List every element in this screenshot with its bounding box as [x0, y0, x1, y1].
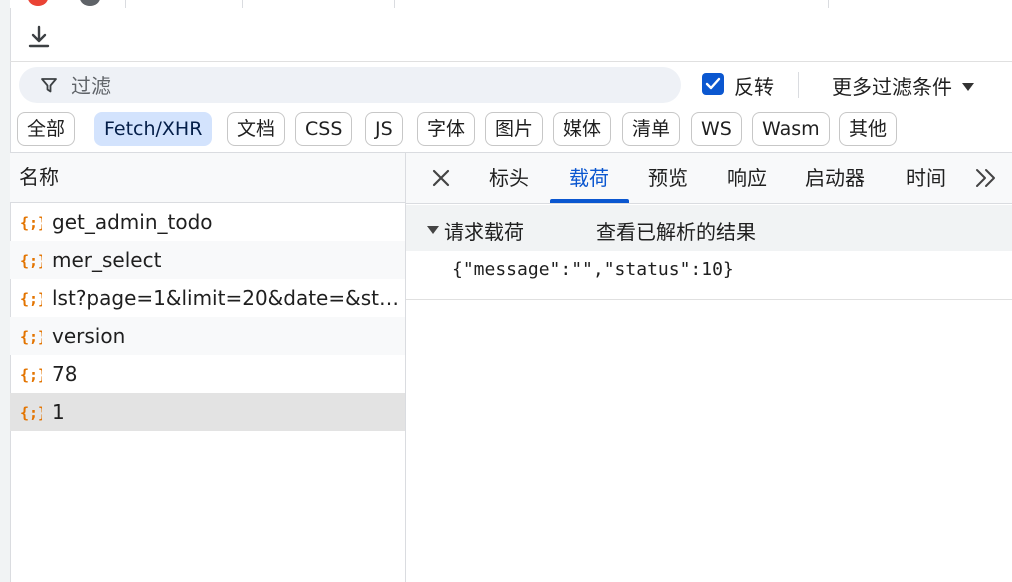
tab-response[interactable]: 响应: [727, 153, 767, 203]
download-icon[interactable]: [26, 24, 52, 52]
payload-content: {"message":"","status":10}: [452, 259, 734, 280]
tab-payload[interactable]: 载荷: [569, 153, 609, 203]
request-row[interactable]: {;} 78: [10, 355, 405, 393]
filter-bar: 反转 更多过滤条件: [10, 62, 1012, 108]
request-name: lst?page=1&limit=20&date=&sta...: [52, 286, 402, 310]
name-column-header[interactable]: 名称: [10, 153, 405, 203]
separator: [125, 0, 126, 8]
request-detail: 标头 载荷 预览 响应 启动器 时间 请求载荷 查看已解析的结果 {"messa…: [406, 153, 1012, 582]
request-list: 名称 {;} get_admin_todo {;} mer_select {;}…: [10, 153, 406, 582]
chevron-down-icon: [962, 83, 974, 91]
xhr-icon: {;}: [20, 328, 42, 346]
request-name: get_admin_todo: [52, 210, 213, 234]
tab-timing[interactable]: 时间: [906, 153, 946, 203]
type-chip-font[interactable]: 字体: [417, 112, 476, 146]
request-name: mer_select: [52, 248, 162, 272]
resource-type-filter: 全部 Fetch/XHR 文档 CSS JS 字体 图片 媒体 清单 WS Wa…: [10, 108, 1012, 153]
svg-text:{;}: {;}: [20, 214, 42, 232]
detail-tabs: 标头 载荷 预览 响应 启动器 时间: [406, 153, 1012, 204]
filter-input[interactable]: [69, 71, 573, 101]
invert-label: 反转: [734, 75, 774, 99]
svg-text:{;}: {;}: [20, 252, 42, 270]
xhr-icon: {;}: [20, 252, 42, 270]
tab-headers[interactable]: 标头: [489, 153, 529, 203]
type-chip-css[interactable]: CSS: [295, 112, 353, 146]
type-chip-all[interactable]: 全部: [17, 112, 76, 146]
svg-text:{;}: {;}: [20, 404, 42, 422]
request-row[interactable]: {;} version: [10, 317, 405, 355]
svg-text:{;}: {;}: [20, 290, 42, 308]
request-row[interactable]: {;} get_admin_todo: [10, 203, 405, 241]
record-icon[interactable]: [28, 0, 48, 6]
xhr-icon: {;}: [20, 214, 42, 232]
request-row-selected[interactable]: {;} 1: [10, 393, 405, 431]
request-name: 78: [52, 362, 78, 386]
type-chip-img[interactable]: 图片: [485, 112, 544, 146]
svg-text:{;}: {;}: [20, 328, 42, 346]
request-row[interactable]: {;} mer_select: [10, 241, 405, 279]
svg-text:{;}: {;}: [20, 366, 42, 384]
request-row[interactable]: {;} lst?page=1&limit=20&date=&sta...: [10, 279, 405, 317]
xhr-icon: {;}: [20, 366, 42, 384]
separator: [394, 0, 395, 8]
invert-checkbox[interactable]: [702, 73, 724, 95]
type-chip-doc[interactable]: 文档: [227, 112, 286, 146]
more-filters-label: 更多过滤条件: [832, 75, 952, 99]
request-name: version: [52, 324, 126, 348]
section-title: 请求载荷: [444, 220, 524, 244]
type-chip-fetch-xhr[interactable]: Fetch/XHR: [94, 112, 213, 146]
separator: [828, 0, 829, 8]
network-toolbar: [10, 8, 1012, 62]
separator: [406, 299, 1012, 300]
view-parsed-link[interactable]: 查看已解析的结果: [596, 216, 756, 245]
top-toolbar-edge: [10, 0, 1012, 8]
tab-preview[interactable]: 预览: [648, 153, 688, 203]
type-chip-media[interactable]: 媒体: [553, 112, 612, 146]
filter-box[interactable]: [19, 67, 681, 103]
expand-triangle-icon[interactable]: [427, 226, 439, 234]
type-chip-other[interactable]: 其他: [839, 112, 898, 146]
xhr-icon: {;}: [20, 290, 42, 308]
type-chip-js[interactable]: JS: [365, 112, 403, 146]
close-icon[interactable]: [430, 167, 452, 189]
more-filters-dropdown[interactable]: 更多过滤条件: [832, 71, 974, 100]
clear-icon[interactable]: [80, 0, 100, 6]
request-name: 1: [52, 400, 65, 424]
checkmark-icon: [705, 77, 721, 90]
more-tabs-icon[interactable]: [974, 167, 998, 189]
request-payload-section[interactable]: 请求载荷 查看已解析的结果: [406, 205, 1012, 251]
separator: [242, 0, 243, 8]
xhr-icon: {;}: [20, 404, 42, 422]
type-chip-ws[interactable]: WS: [691, 112, 742, 146]
type-chip-wasm[interactable]: Wasm: [752, 112, 830, 146]
separator: [798, 72, 799, 98]
filter-icon: [41, 78, 57, 93]
type-chip-manifest[interactable]: 清单: [622, 112, 681, 146]
active-tab-indicator: [550, 199, 629, 203]
tab-initiator[interactable]: 启动器: [805, 153, 865, 203]
